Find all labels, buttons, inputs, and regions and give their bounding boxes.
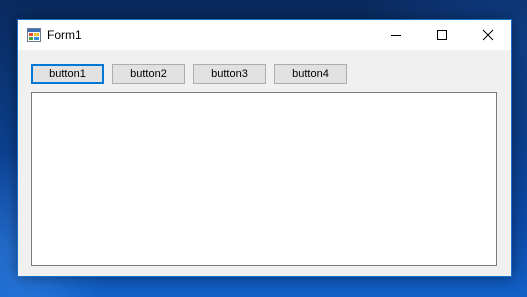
button4[interactable]: button4 bbox=[274, 64, 347, 84]
maximize-icon bbox=[437, 30, 447, 40]
client-area: button1 button2 button3 button4 bbox=[18, 50, 511, 276]
close-icon bbox=[482, 29, 494, 41]
window-title: Form1 bbox=[47, 28, 82, 42]
button3[interactable]: button3 bbox=[193, 64, 266, 84]
form-window: Form1 button1 button2 button3 button4 bbox=[17, 19, 512, 277]
text-box[interactable] bbox=[31, 92, 497, 266]
close-button[interactable] bbox=[465, 20, 511, 50]
minimize-button[interactable] bbox=[373, 20, 419, 50]
maximize-button[interactable] bbox=[419, 20, 465, 50]
button1[interactable]: button1 bbox=[31, 64, 104, 84]
minimize-icon bbox=[391, 35, 401, 36]
button2[interactable]: button2 bbox=[112, 64, 185, 84]
title-bar[interactable]: Form1 bbox=[18, 20, 511, 50]
windows-form-icon bbox=[27, 28, 41, 42]
